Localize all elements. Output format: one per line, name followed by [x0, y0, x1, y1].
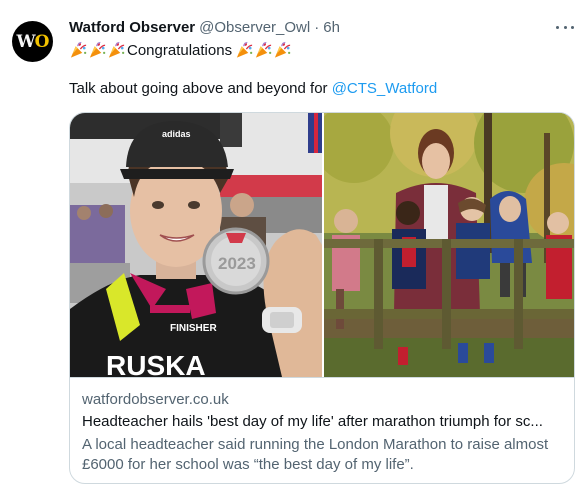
party-popper-icon: [108, 41, 125, 58]
party-popper-icon: [70, 41, 87, 58]
tweet[interactable]: WO Watford Observer @Observer_Owl · 6h C…: [0, 0, 584, 492]
shirt-text: RUSKA: [106, 350, 206, 377]
svg-text:adidas: adidas: [162, 129, 191, 139]
watford-observer-logo: WO: [16, 31, 50, 52]
tweet-body-text: Talk about going above and beyond for: [69, 80, 332, 97]
avatar[interactable]: WO: [12, 21, 53, 62]
party-popper-icon: [255, 41, 272, 58]
tweet-text-line-1: Congratulations: [69, 40, 292, 60]
card-description: A local headteacher said running the Lon…: [82, 436, 549, 473]
card-title: Headteacher hails 'best day of my life' …: [82, 413, 543, 430]
party-popper-icon: [236, 41, 253, 58]
link-preview-card[interactable]: FINISHER RUSKA adidas 2023 watfordobserv…: [69, 112, 575, 484]
user-handle[interactable]: @Observer_Owl: [199, 19, 310, 36]
congrats-text: Congratulations: [127, 41, 233, 59]
svg-text:FINISHER: FINISHER: [170, 323, 217, 334]
party-popper-icon: [89, 41, 106, 58]
timestamp[interactable]: 6h: [323, 19, 340, 36]
more-options-icon[interactable]: [556, 20, 574, 34]
separator: ·: [314, 18, 320, 36]
card-divider: [70, 377, 574, 378]
card-image-runner: FINISHER RUSKA adidas 2023: [70, 113, 322, 377]
tweet-header: Watford Observer @Observer_Owl · 6h: [69, 17, 340, 37]
card-image-children: [324, 113, 574, 377]
tweet-text-line-2: Talk about going above and beyond for @C…: [69, 80, 437, 97]
party-popper-icon: [274, 41, 291, 58]
card-domain: watfordobserver.co.uk: [82, 391, 229, 408]
mention-link[interactable]: @CTS_Watford: [332, 80, 438, 97]
display-name[interactable]: Watford Observer: [69, 19, 195, 36]
medal-text: 2023: [218, 254, 256, 273]
